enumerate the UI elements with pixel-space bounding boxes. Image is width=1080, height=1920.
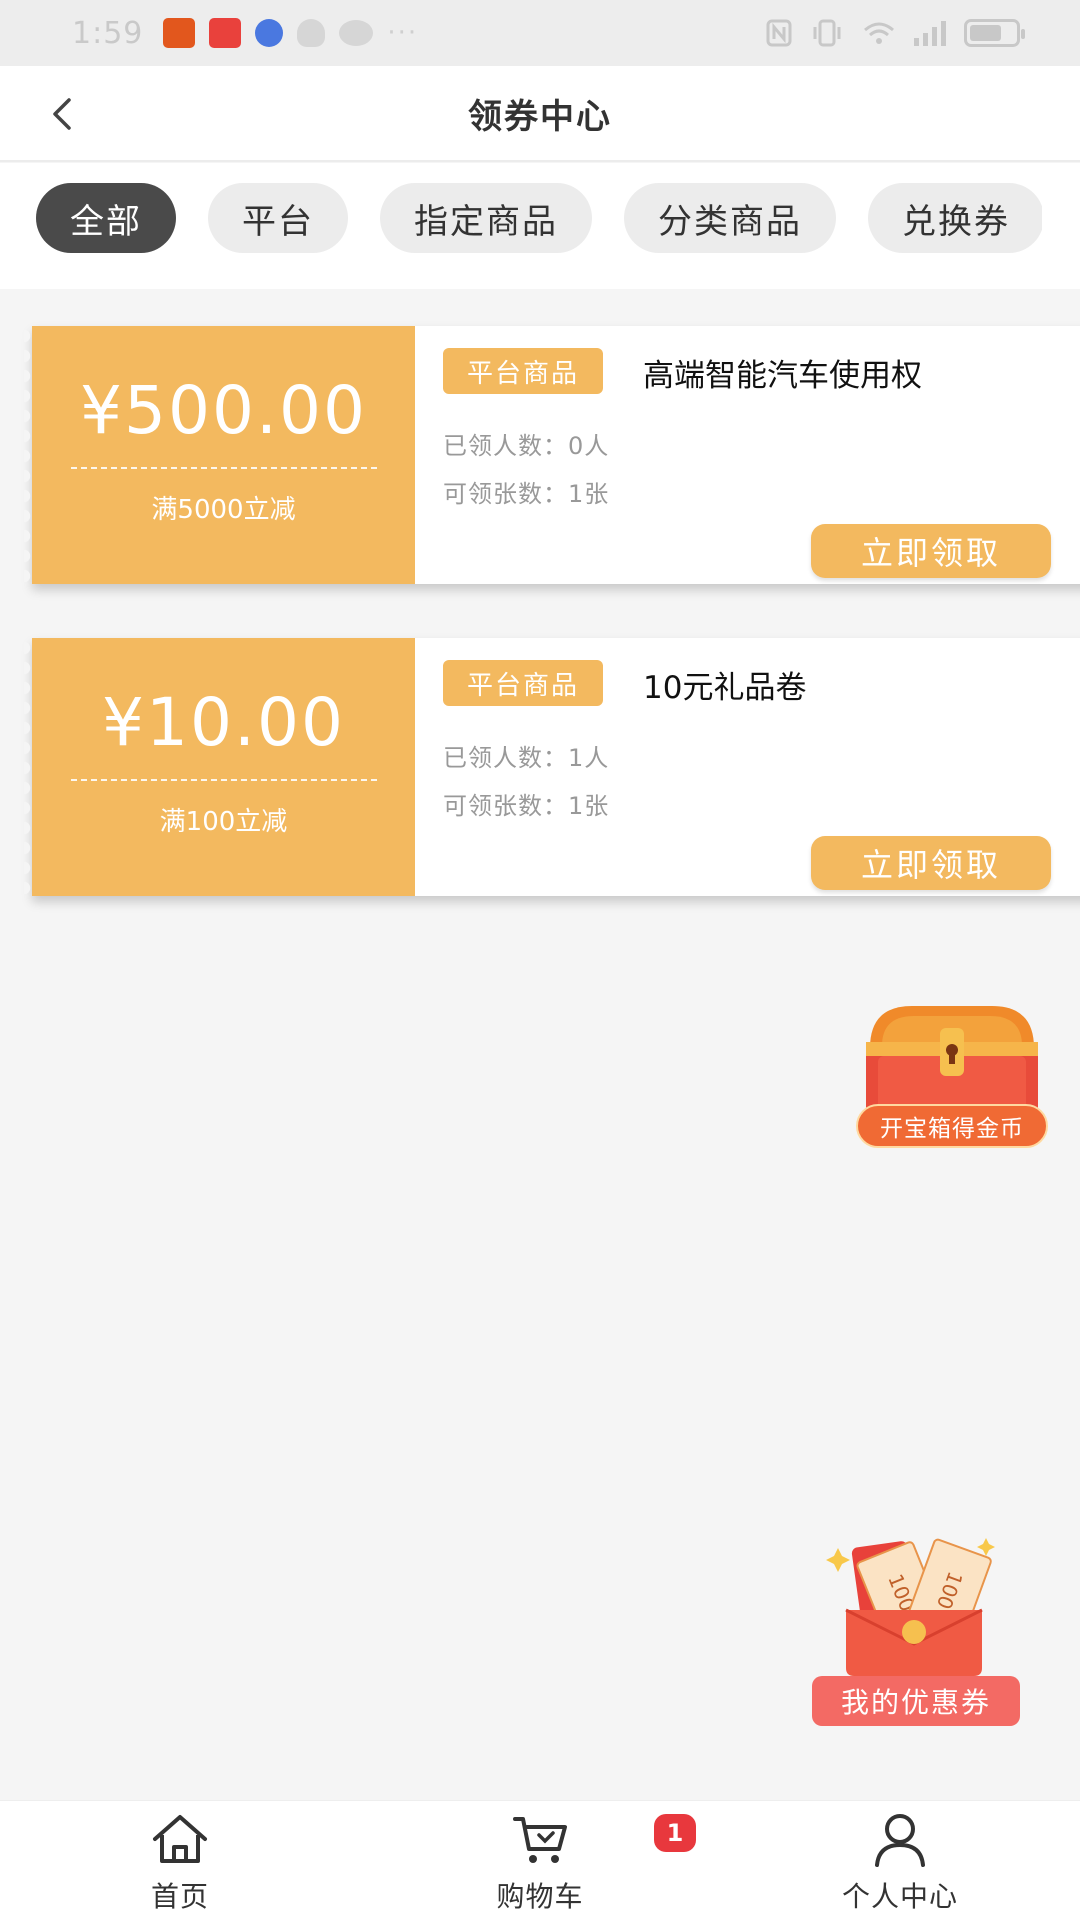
tab-label: 兑换券 — [902, 201, 1010, 242]
status-right — [766, 19, 1025, 47]
nav-item-home[interactable]: 首页 — [90, 1809, 270, 1919]
coupon-card: ¥500.00 满5000立减 平台商品 高端智能汽车使用权 已领人数：0人 可… — [24, 326, 1080, 584]
coupon-name: 高端智能汽车使用权 — [643, 358, 922, 394]
battery-icon — [964, 19, 1025, 47]
cart-count-badge: 1 — [654, 1814, 696, 1852]
more-notifications-icon: ··· — [387, 18, 419, 48]
coupon-info-panel: 平台商品 高端智能汽车使用权 已领人数：0人 可领张数：1张 立即领取 — [415, 326, 1080, 584]
coupon-claimed-count: 已领人数：0人 — [443, 432, 610, 460]
nav-label: 个人中心 — [841, 1880, 958, 1913]
coupon-condition: 满100立减 — [159, 807, 288, 837]
category-tabs: 全部 平台 指定商品 分类商品 兑换券 — [0, 163, 1080, 289]
claim-button[interactable]: 立即领取 — [811, 836, 1051, 890]
nav-label: 首页 — [150, 1880, 209, 1913]
chevron-left-icon — [53, 98, 71, 130]
my-coupons-button[interactable]: 我的优惠券 — [812, 1676, 1020, 1726]
coupon-value-panel: ¥500.00 满5000立减 — [24, 326, 415, 584]
nav-label: 购物车 — [496, 1880, 584, 1913]
tab-designated-goods[interactable]: 指定商品 — [380, 183, 592, 253]
signal-icon — [914, 20, 946, 46]
app-notification-icon — [209, 18, 242, 48]
tab-label: 分类商品 — [658, 201, 802, 242]
coupon-amount: ¥500.00 — [80, 372, 367, 449]
tab-label: 平台 — [242, 201, 314, 242]
coupon-tag: 平台商品 — [443, 348, 604, 394]
coupon-divider — [70, 467, 377, 469]
coupon-divider — [70, 779, 377, 781]
tab-label: 全部 — [70, 201, 142, 242]
coupon-claim-limit: 可领张数：1张 — [443, 480, 610, 508]
status-left: 1:59 ··· — [72, 16, 418, 51]
nav-item-profile[interactable]: 个人中心 — [810, 1809, 990, 1919]
coupon-tag: 平台商品 — [443, 660, 604, 706]
coupon-envelope-icon[interactable]: 100 100 — [818, 1528, 1010, 1678]
status-time: 1:59 — [72, 15, 144, 51]
page-title: 领券中心 — [468, 96, 612, 137]
tabs-row: 全部 平台 指定商品 分类商品 兑换券 — [36, 183, 1042, 255]
tab-all[interactable]: 全部 — [36, 183, 176, 253]
coupon-condition: 满5000立减 — [151, 495, 296, 525]
app-notification-icon — [163, 18, 196, 48]
wifi-icon — [864, 22, 894, 44]
coupon-info-panel: 平台商品 10元礼品卷 已领人数：1人 可领张数：1张 立即领取 — [415, 638, 1080, 896]
status-bar: 1:59 ··· — [0, 0, 1080, 66]
browser-icon — [255, 19, 284, 47]
bottom-nav: 首页 购物车 个人中心 — [0, 1800, 1080, 1920]
treasure-chest-label[interactable]: 开宝箱得金币 — [856, 1104, 1048, 1148]
back-button[interactable] — [36, 88, 88, 140]
tab-exchange-coupon[interactable]: 兑换券 — [868, 183, 1042, 253]
nav-item-cart[interactable]: 购物车 — [450, 1809, 630, 1919]
user-icon — [875, 1814, 925, 1867]
coupon-claimed-count: 已领人数：1人 — [443, 744, 610, 772]
coupon-card: ¥10.00 满100立减 平台商品 10元礼品卷 已领人数：1人 可领张数：1… — [24, 638, 1080, 896]
wechat-icon — [339, 20, 374, 46]
claim-button[interactable]: 立即领取 — [811, 524, 1051, 578]
tab-platform[interactable]: 平台 — [208, 183, 348, 253]
qq-icon — [297, 19, 326, 47]
vibrate-icon — [813, 19, 841, 47]
header: 领券中心 — [0, 66, 1080, 162]
coupon-claim-limit: 可领张数：1张 — [443, 792, 610, 820]
coupon-amount: ¥10.00 — [102, 684, 345, 761]
coupon-value-panel: ¥10.00 满100立减 — [24, 638, 415, 896]
coupon-name: 10元礼品卷 — [643, 670, 807, 706]
home-icon — [153, 1815, 207, 1863]
tab-label: 指定商品 — [414, 201, 558, 242]
tab-category-goods[interactable]: 分类商品 — [624, 183, 836, 253]
cart-icon — [513, 1817, 567, 1863]
nfc-icon — [766, 19, 792, 47]
